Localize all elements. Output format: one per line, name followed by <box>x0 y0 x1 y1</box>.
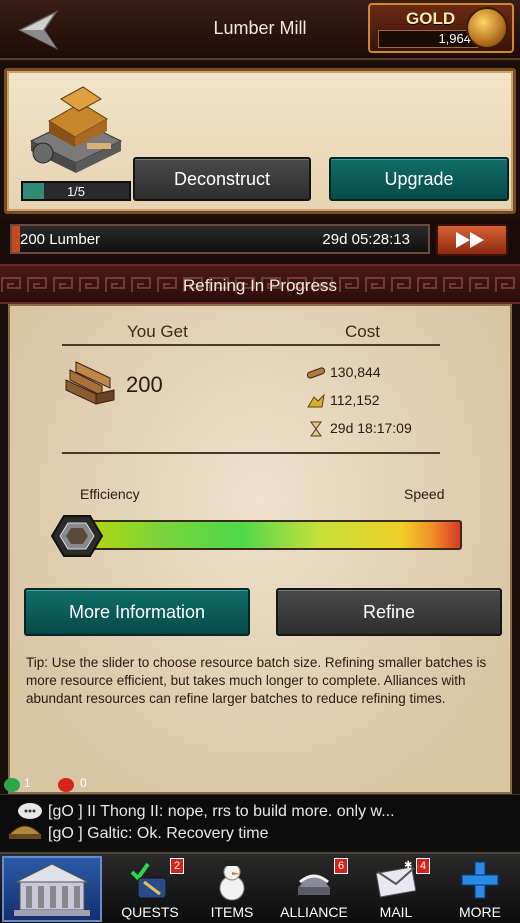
building-panel: 1/5 Deconstruct Upgrade <box>4 68 516 214</box>
refining-progress-row: 200 Lumber 29d 05:28:13 <box>0 218 520 264</box>
message-icon <box>58 778 74 792</box>
plus-icon <box>461 861 499 899</box>
nav-quests[interactable]: 2 QUESTS <box>110 856 190 922</box>
refine-tip-text: Tip: Use the slider to choose resource b… <box>26 655 487 706</box>
ore-icon <box>307 393 325 408</box>
nav-items[interactable]: ITEMS <box>192 856 272 922</box>
cost-wood: 130,844 <box>306 364 381 381</box>
building-level-text: 1/5 <box>66 184 86 199</box>
chat-message: [gO ] II Thong II: nope, rrs to build mo… <box>48 803 395 820</box>
nav-mail-label: MAIL <box>379 904 413 920</box>
svg-text:✱: ✱ <box>404 860 412 871</box>
refine-output-amount: 200 <box>126 372 163 397</box>
gold-value: 1,964 <box>378 30 478 48</box>
snowman-icon <box>219 860 245 901</box>
mail-badge: 4 <box>416 858 430 874</box>
wood-icon <box>306 367 326 379</box>
divider-bottom <box>62 452 440 454</box>
cost-wood-value: 130,844 <box>330 364 381 380</box>
gold-coin-icon <box>466 7 508 49</box>
nav-alliance[interactable]: 6 ALLIANCE <box>274 856 354 922</box>
chat-panel[interactable]: [gO ] II Thong II: nope, rrs to build mo… <box>0 794 520 850</box>
gold-label: GOLD <box>406 9 456 28</box>
hourglass-icon <box>310 421 322 437</box>
you-get-heading: You Get <box>127 322 188 341</box>
building-level-bar: 1/5 <box>21 181 131 201</box>
nav-quests-label: QUESTS <box>121 904 179 920</box>
gold-balance[interactable]: GOLD 1,964 <box>368 3 514 53</box>
speed-up-button[interactable] <box>436 224 508 256</box>
divider-top <box>62 344 440 346</box>
refining-progress-bar: 200 Lumber 29d 05:28:13 <box>10 224 430 254</box>
nav-alliance-label: ALLIANCE <box>280 904 348 920</box>
nav-items-label: ITEMS <box>210 904 254 920</box>
speed-label: Speed <box>404 486 445 502</box>
mail-icon: ✱ <box>375 860 417 898</box>
capitol-building-icon <box>14 863 90 916</box>
section-title: Refining In Progress <box>182 276 338 295</box>
top-bar: Lumber Mill GOLD 1,964 <box>0 0 520 60</box>
nav-mail[interactable]: ✱ 4 MAIL <box>356 856 436 922</box>
efficiency-label: Efficiency <box>80 486 140 502</box>
section-header: Refining In Progress <box>0 264 520 304</box>
quests-badge: 2 <box>170 858 184 874</box>
cost-time-value: 29d 18:17:09 <box>330 420 412 436</box>
online-icon <box>4 778 20 792</box>
chat-icon <box>7 803 43 839</box>
slider-knob[interactable] <box>50 514 104 558</box>
more-information-button[interactable]: More Information <box>24 588 250 636</box>
message-count: 0 <box>80 776 87 790</box>
chat-message: [gO ] Galtic: Ok. Recovery time <box>48 825 269 842</box>
upgrade-button[interactable]: Upgrade <box>329 157 509 201</box>
refining-time-remaining: 29d 05:28:13 <box>322 231 410 248</box>
batch-size-slider[interactable] <box>60 520 462 550</box>
lumber-mill-icon <box>29 86 123 173</box>
refine-button[interactable]: Refine <box>276 588 502 636</box>
lumber-icon <box>65 361 115 405</box>
cost-heading: Cost <box>345 322 380 341</box>
nav-more[interactable]: MORE <box>440 856 520 922</box>
status-strip: 1 0 <box>0 774 130 794</box>
cost-ore-value: 112,152 <box>330 392 380 408</box>
cost-time: 29d 18:17:09 <box>306 420 412 437</box>
alliance-helmet-icon <box>297 874 331 895</box>
nav-more-label: MORE <box>459 904 501 920</box>
nav-home-button[interactable] <box>2 856 102 922</box>
cost-ore: 112,152 <box>306 392 380 409</box>
fast-forward-icon <box>456 232 484 248</box>
online-count: 1 <box>24 776 31 790</box>
deconstruct-button[interactable]: Deconstruct <box>133 157 311 201</box>
refining-progress-label: 200 Lumber <box>20 231 101 248</box>
refine-panel: You Get Cost 200 130,844 112,152 29d 18:… <box>8 304 512 794</box>
bottom-nav: 2 QUESTS ITEMS 6 ALLIANCE ✱ 4 MAIL MORE <box>0 852 520 923</box>
quests-icon <box>130 862 167 899</box>
alliance-badge: 6 <box>334 858 348 874</box>
